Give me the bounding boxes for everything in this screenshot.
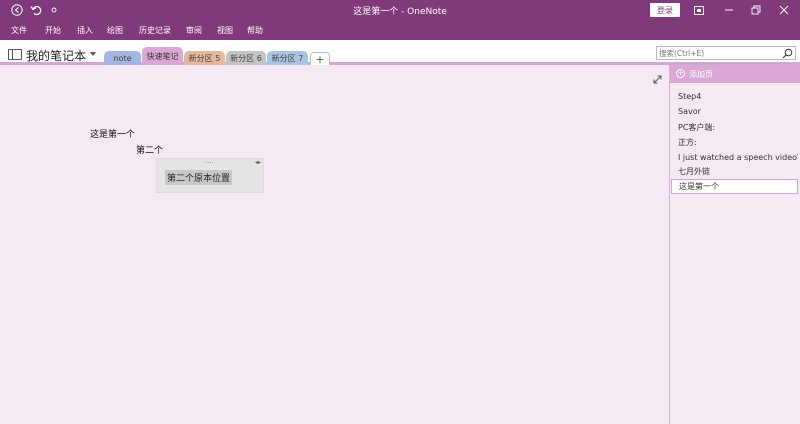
page-item[interactable]: 七月外链 (671, 164, 798, 179)
page-item[interactable]: I just watched a speech videoTh (671, 150, 798, 165)
menu-draw[interactable]: 绘图 (107, 25, 123, 36)
fullscreen-icon[interactable] (689, 2, 709, 18)
menu-view[interactable]: 视图 (217, 25, 233, 36)
page-item-selected[interactable]: 这是第一个 (671, 179, 798, 194)
notebook-bar: 我的笔记本 note 快速笔记 新分区 5 新分区 6 新分区 7 + (0, 40, 800, 66)
menu-insert[interactable]: 插入 (77, 25, 93, 36)
add-icon: + (676, 69, 685, 78)
section-tab-new-section-7[interactable]: 新分区 7 (267, 51, 308, 65)
menu-history[interactable]: 历史记录 (139, 25, 171, 36)
note-text-line-1[interactable]: 这是第一个 (90, 127, 135, 140)
menu-help[interactable]: 帮助 (247, 25, 263, 36)
notebook-icon[interactable] (8, 49, 22, 60)
note-container-text[interactable]: 第二个原本位置 (165, 170, 233, 185)
search-input[interactable] (657, 47, 781, 59)
title-bar: 这是第一个 - OneNote 登录 (0, 0, 800, 20)
notebook-title[interactable]: 我的笔记本 (26, 47, 86, 64)
section-tab-quick-notes[interactable]: 快速笔记 (142, 47, 183, 65)
page-item[interactable]: 正方: (671, 135, 798, 150)
add-page-label: 添加页 (689, 70, 713, 79)
menu-bar: 文件 开始 插入 绘图 历史记录 审阅 视图 帮助 (0, 20, 800, 40)
menu-file[interactable]: 文件 (11, 25, 27, 36)
add-section-button[interactable]: + (310, 52, 330, 66)
page-list: + 添加页 Step4 Savor PC客户端: 正方: I just watc… (669, 65, 800, 424)
back-arrow-icon[interactable] (10, 3, 24, 17)
search-box[interactable] (656, 46, 796, 60)
touch-mode-icon[interactable] (47, 3, 61, 17)
expand-icon[interactable] (651, 73, 663, 85)
add-page-button[interactable]: + 添加页 (670, 65, 800, 83)
drag-handle-icon[interactable]: ···· (205, 160, 214, 167)
resize-arrows-icon[interactable]: ◂▸ (255, 160, 261, 166)
section-tab-new-section-6[interactable]: 新分区 6 (226, 51, 266, 65)
page-item[interactable]: Savor (671, 104, 798, 119)
minimize-icon[interactable] (719, 2, 739, 18)
note-text-line-2[interactable]: 第二个 (136, 143, 163, 156)
menu-home[interactable]: 开始 (45, 25, 61, 36)
chevron-down-icon[interactable] (90, 52, 96, 56)
section-tab-new-section-5[interactable]: 新分区 5 (184, 51, 225, 65)
page-item[interactable]: Step4 (671, 89, 798, 104)
signin-button[interactable]: 登录 (650, 3, 680, 17)
section-tab-note[interactable]: note (104, 51, 141, 65)
close-icon[interactable] (774, 2, 794, 18)
undo-icon[interactable] (29, 3, 43, 17)
search-icon[interactable] (782, 48, 793, 59)
page-canvas[interactable] (0, 68, 669, 424)
page-item[interactable]: PC客户端: (671, 120, 798, 135)
menu-review[interactable]: 审阅 (186, 25, 202, 36)
note-container[interactable]: ···· ◂▸ 第二个原本位置 (156, 158, 264, 193)
restore-icon[interactable] (746, 2, 766, 18)
window-title: 这是第一个 - OneNote (353, 7, 447, 17)
